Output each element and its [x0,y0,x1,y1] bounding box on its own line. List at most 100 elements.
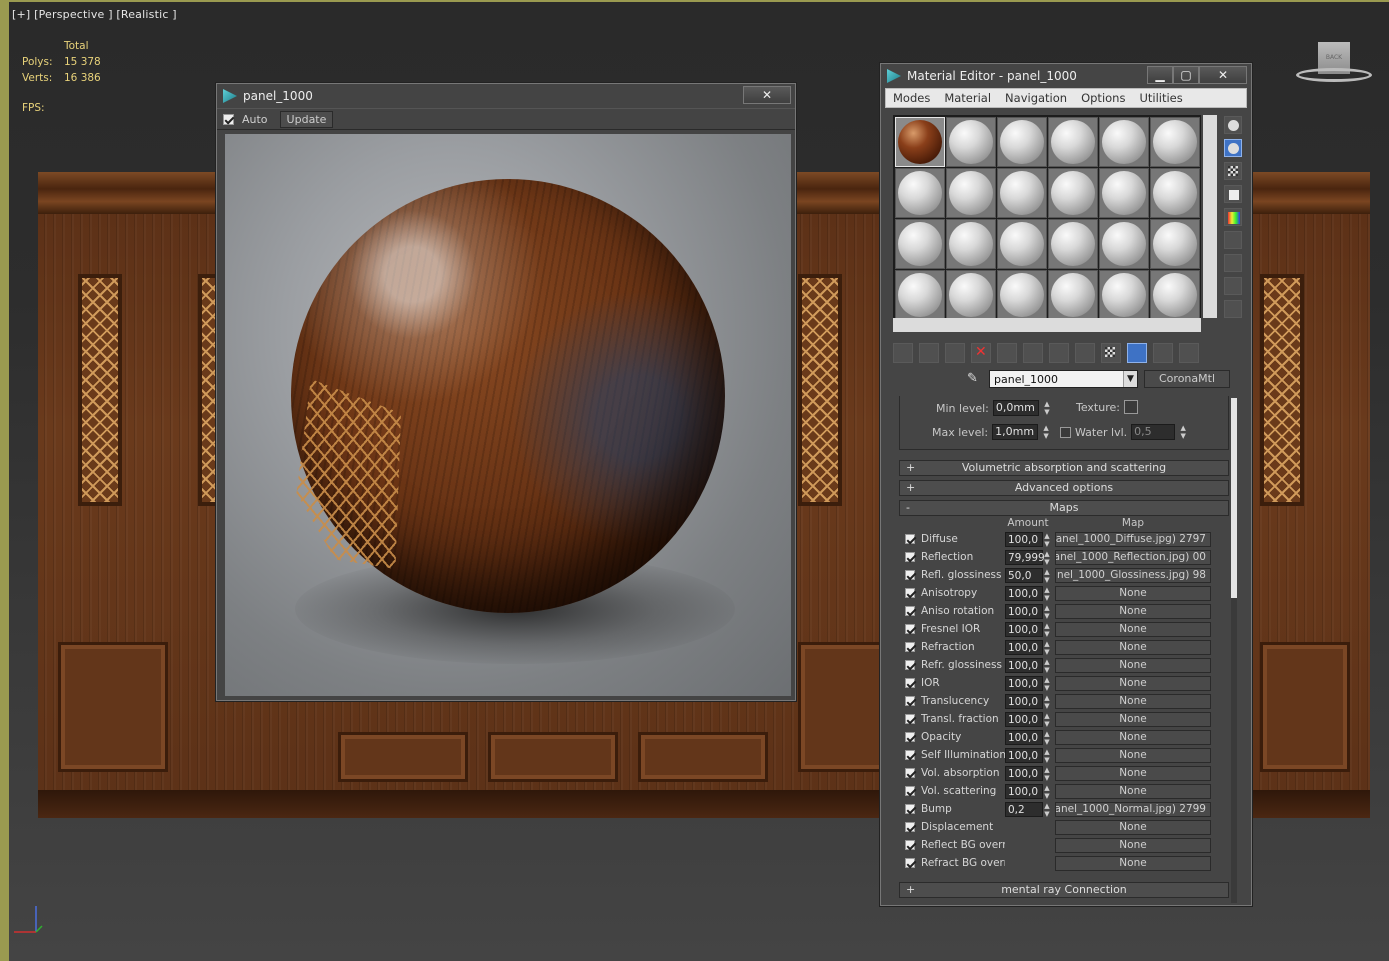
material-sample-slot[interactable] [1048,270,1098,320]
spinner-icon[interactable]: ▲ ▼ [1043,712,1051,728]
map-enabled-checkbox[interactable] [905,732,915,742]
rollout-scrollbar[interactable] [1231,398,1237,903]
map-slot-button[interactable]: None [1055,765,1211,781]
map-amount-input[interactable]: 100,0 [1005,765,1043,781]
reset-map-icon[interactable] [971,343,991,363]
rollout-volumetric[interactable]: + Volumetric absorption and scattering [899,460,1229,476]
scrollbar-thumb[interactable] [1231,398,1237,598]
material-sample-slot[interactable] [1048,168,1098,218]
backlight-icon[interactable] [1224,139,1242,157]
map-enabled-checkbox[interactable] [905,660,915,670]
close-button[interactable]: ✕ [743,86,791,104]
make-preview-icon[interactable] [1224,231,1242,249]
video-color-check-icon[interactable] [1224,208,1242,226]
spinner-icon[interactable]: ▲ ▼ [1043,676,1051,692]
spinner-icon[interactable]: ▲ ▼ [1043,622,1051,638]
material-sample-slot[interactable] [946,270,996,320]
water-level-input[interactable]: 0,5 [1131,424,1176,440]
map-enabled-checkbox[interactable] [905,786,915,796]
select-by-material-icon[interactable] [1224,277,1242,295]
spinner-icon[interactable]: ▲ ▼ [1043,532,1051,548]
map-enabled-checkbox[interactable] [905,624,915,634]
material-sample-slot[interactable] [997,219,1047,269]
spinner-icon[interactable]: ▲ ▼ [1043,730,1051,746]
close-button[interactable]: ✕ [1199,66,1247,84]
material-sample-slot[interactable] [1150,219,1200,269]
eyedropper-icon[interactable]: ✎ [967,371,983,387]
map-slot-button[interactable]: None [1055,783,1211,799]
material-sample-slot[interactable] [895,270,945,320]
slots-horizontal-scrollbar[interactable] [893,318,1201,332]
map-slot-button[interactable]: None [1055,837,1211,853]
spinner-icon[interactable]: ▲ ▼ [1179,424,1187,440]
map-amount-input[interactable]: 79,999 [1005,549,1045,565]
render-preview-window[interactable]: panel_1000 ✕ Auto Update [216,83,796,701]
map-slot-button[interactable]: None [1055,603,1211,619]
auto-checkbox[interactable] [223,113,234,125]
view-cube-ring[interactable] [1296,68,1372,82]
spinner-icon[interactable]: ▲ ▼ [1043,400,1051,416]
map-slot-button[interactable]: None [1055,657,1211,673]
show-shaded-icon[interactable] [1075,343,1095,363]
map-slot-button[interactable]: None [1055,675,1211,691]
slots-vertical-scrollbar[interactable] [1203,115,1217,318]
map-amount-input[interactable]: 100,0 [1005,603,1043,619]
material-sample-slot[interactable] [1099,168,1149,218]
render-window-titlebar[interactable]: panel_1000 [217,84,795,108]
viewport-label[interactable]: [+] [Perspective ] [Realistic ] [12,8,177,21]
spinner-icon[interactable]: ▲ ▼ [1043,604,1051,620]
make-unique-icon[interactable] [997,343,1017,363]
map-slot-button[interactable]: None [1055,711,1211,727]
put-to-library-icon[interactable] [1023,343,1043,363]
uv-tiling-icon[interactable] [1224,185,1242,203]
view-cube[interactable]: BACK [1296,42,1372,84]
maximize-button[interactable]: ▢ [1173,66,1199,84]
spinner-icon[interactable]: ▲ ▼ [1043,802,1051,818]
put-to-scene-icon[interactable] [919,343,939,363]
spinner-icon[interactable]: ▲ ▼ [1043,766,1051,782]
menu-modes[interactable]: Modes [886,91,937,105]
map-amount-input[interactable]: 100,0 [1005,783,1043,799]
rollout-maps[interactable]: - Maps [899,500,1229,516]
map-amount-input[interactable]: 100,0 [1005,531,1043,547]
menu-utilities[interactable]: Utilities [1132,91,1189,105]
map-enabled-checkbox[interactable] [905,588,915,598]
map-enabled-checkbox[interactable] [905,858,915,868]
map-amount-input[interactable]: 50,0 [1005,567,1043,583]
minimize-button[interactable]: ▁ [1147,66,1173,84]
spinner-icon[interactable]: ▲ ▼ [1043,568,1051,584]
material-sample-slot[interactable] [1150,270,1200,320]
sample-type-icon[interactable] [1224,116,1242,134]
map-amount-input[interactable]: 100,0 [1005,675,1043,691]
map-slot-button[interactable]: None [1055,747,1211,763]
material-sample-slot[interactable] [895,168,945,218]
spinner-icon[interactable]: ▲ ▼ [1043,658,1051,674]
update-button[interactable]: Update [279,110,334,128]
material-sample-slot[interactable] [997,117,1047,167]
map-enabled-checkbox[interactable] [905,678,915,688]
map-enabled-checkbox[interactable] [905,714,915,724]
material-name-field[interactable]: panel_1000 ▼ [989,370,1138,388]
rollout-mentalray[interactable]: + mental ray Connection [899,882,1229,898]
map-slot-button[interactable]: 00 (panel_1000_Reflection.jpg) [1055,549,1211,565]
material-map-navigator-icon[interactable] [1224,300,1242,318]
material-sample-slot[interactable] [1048,117,1098,167]
menu-material[interactable]: Material [937,91,998,105]
map-enabled-checkbox[interactable] [905,750,915,760]
map-slot-button[interactable]: None [1055,585,1211,601]
chevron-down-icon[interactable]: ▼ [1123,371,1137,387]
material-sample-slot[interactable] [946,219,996,269]
map-slot-button[interactable]: None [1055,855,1211,871]
map-enabled-checkbox[interactable] [905,606,915,616]
min-level-input[interactable]: 0,0mm [992,400,1039,416]
get-material-icon[interactable] [893,343,913,363]
pick-material-icon[interactable] [1179,343,1199,363]
material-sample-slot[interactable] [946,117,996,167]
material-type-button[interactable]: CoronaMtl [1144,370,1230,388]
map-enabled-checkbox[interactable] [905,768,915,778]
map-amount-input[interactable]: 100,0 [1005,621,1043,637]
spinner-icon[interactable]: ▲ ▼ [1043,748,1051,764]
map-enabled-checkbox[interactable] [905,642,915,652]
material-sample-slot[interactable] [1099,270,1149,320]
texture-map-button[interactable] [1123,400,1138,414]
